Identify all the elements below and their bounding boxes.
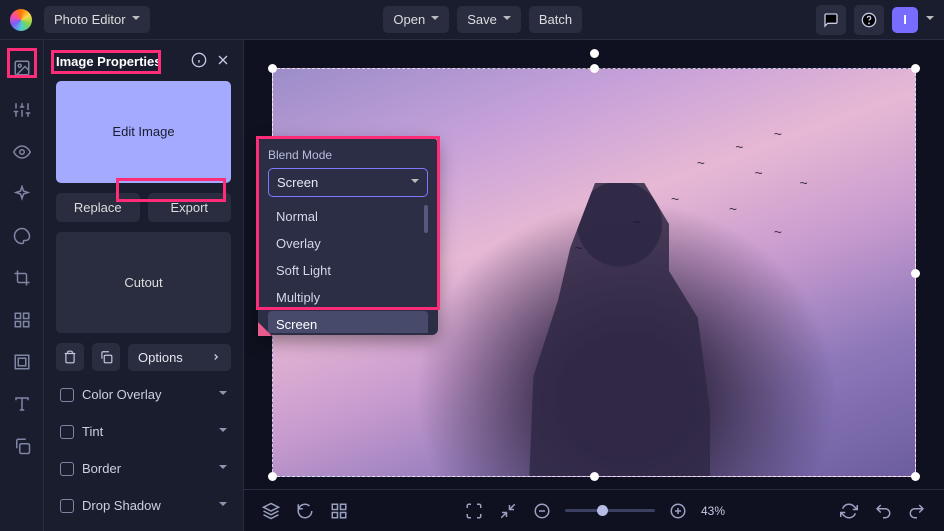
bottom-toolbar: 43% [244,489,944,531]
scrollbar-thumb[interactable] [424,205,428,233]
panel-title: Image Properties [56,54,183,69]
chevron-down-icon [411,175,419,190]
zoom-level: 43% [701,504,725,518]
grid-view-icon[interactable] [328,500,350,522]
zoom-out-icon[interactable] [531,500,553,522]
open-label: Open [393,12,425,27]
fullscreen-icon[interactable] [463,500,485,522]
options-button[interactable]: Options [128,344,231,371]
cutout-label: Cutout [124,275,162,290]
undo-icon[interactable] [872,500,894,522]
app-switcher[interactable]: Photo Editor [44,6,150,33]
palette-tool-icon[interactable] [8,222,36,250]
callout-corner [258,322,272,336]
prop-border[interactable]: Border [56,455,231,482]
text-tool-icon[interactable] [8,390,36,418]
checkbox[interactable] [60,499,74,513]
prop-label: Drop Shadow [82,498,211,513]
avatar-letter: I [903,12,907,27]
chevron-down-icon [219,461,227,476]
info-icon[interactable] [191,52,207,71]
duplicate-tool-icon[interactable] [8,432,36,460]
frame-tool-icon[interactable] [8,348,36,376]
blend-option-screen[interactable]: Screen [268,311,428,333]
checkbox[interactable] [60,462,74,476]
delete-icon[interactable] [56,343,84,371]
export-button[interactable]: Export [148,193,232,222]
edit-image-label: Edit Image [112,124,174,139]
resize-handle[interactable] [911,472,920,481]
shapes-tool-icon[interactable] [8,306,36,334]
chevron-down-icon [219,387,227,402]
adjust-tool-icon[interactable] [8,96,36,124]
chevron-down-icon [503,12,511,27]
image-tool-icon[interactable] [8,54,36,82]
chevron-down-icon [431,12,439,27]
prop-label: Color Overlay [82,387,211,402]
prop-tint[interactable]: Tint [56,418,231,445]
chevron-down-icon [219,424,227,439]
eye-tool-icon[interactable] [8,138,36,166]
prop-label: Border [82,461,211,476]
top-bar: Photo Editor Open Save Batch I [0,0,944,40]
crop-tool-icon[interactable] [8,264,36,292]
blend-option-multiply[interactable]: Multiply [268,284,428,311]
resize-handle[interactable] [911,269,920,278]
help-icon[interactable] [854,5,884,35]
prop-color-overlay[interactable]: Color Overlay [56,381,231,408]
app-logo[interactable] [10,9,32,31]
checkbox[interactable] [60,425,74,439]
tool-rail [0,40,44,531]
cutout-button[interactable]: Cutout [56,232,231,334]
blend-mode-label: Blend Mode [268,148,428,162]
chevron-down-icon [219,498,227,513]
checkbox[interactable] [60,388,74,402]
prop-drop-shadow[interactable]: Drop Shadow [56,492,231,519]
user-avatar[interactable]: I [892,7,918,33]
close-icon[interactable] [215,52,231,71]
chevron-down-icon[interactable] [926,12,934,27]
zoom-slider[interactable] [565,509,655,512]
zoom-slider-thumb[interactable] [597,505,608,516]
resize-handle[interactable] [268,472,277,481]
batch-label: Batch [539,12,572,27]
edit-image-button[interactable]: Edit Image [56,81,231,183]
comments-icon[interactable] [816,5,846,35]
resize-handle[interactable] [590,472,599,481]
refresh-icon[interactable] [838,500,860,522]
resize-handle[interactable] [268,64,277,73]
open-button[interactable]: Open [383,6,449,33]
batch-button[interactable]: Batch [529,6,582,33]
zoom-in-icon[interactable] [667,500,689,522]
resize-handle[interactable] [911,64,920,73]
prop-label: Tint [82,424,211,439]
save-label: Save [467,12,497,27]
chevron-down-icon [132,12,140,27]
decorative-birds: ~~ ~~ ~~ ~~ ~~ [543,126,864,289]
duplicate-icon[interactable] [92,343,120,371]
blend-mode-popover: Blend Mode Screen Normal Overlay Soft Li… [258,138,438,335]
replace-button[interactable]: Replace [56,193,140,222]
chevron-right-icon [211,352,221,362]
redo-icon[interactable] [906,500,928,522]
save-button[interactable]: Save [457,6,521,33]
export-label: Export [170,200,208,215]
blend-option-soft-light[interactable]: Soft Light [268,257,428,284]
fit-icon[interactable] [497,500,519,522]
properties-panel: Image Properties Edit Image Replace Expo… [44,40,244,531]
app-switcher-label: Photo Editor [54,12,126,27]
blend-mode-options: Normal Overlay Soft Light Multiply Scree… [268,203,428,333]
rotate-handle[interactable] [590,49,599,58]
layers-icon[interactable] [260,500,282,522]
blend-option-normal[interactable]: Normal [268,203,428,230]
history-icon[interactable] [294,500,316,522]
resize-handle[interactable] [590,64,599,73]
blend-mode-selected: Screen [277,175,318,190]
blend-option-overlay[interactable]: Overlay [268,230,428,257]
blend-mode-select[interactable]: Screen [268,168,428,197]
options-label: Options [138,350,183,365]
sparkle-tool-icon[interactable] [8,180,36,208]
replace-label: Replace [74,200,122,215]
